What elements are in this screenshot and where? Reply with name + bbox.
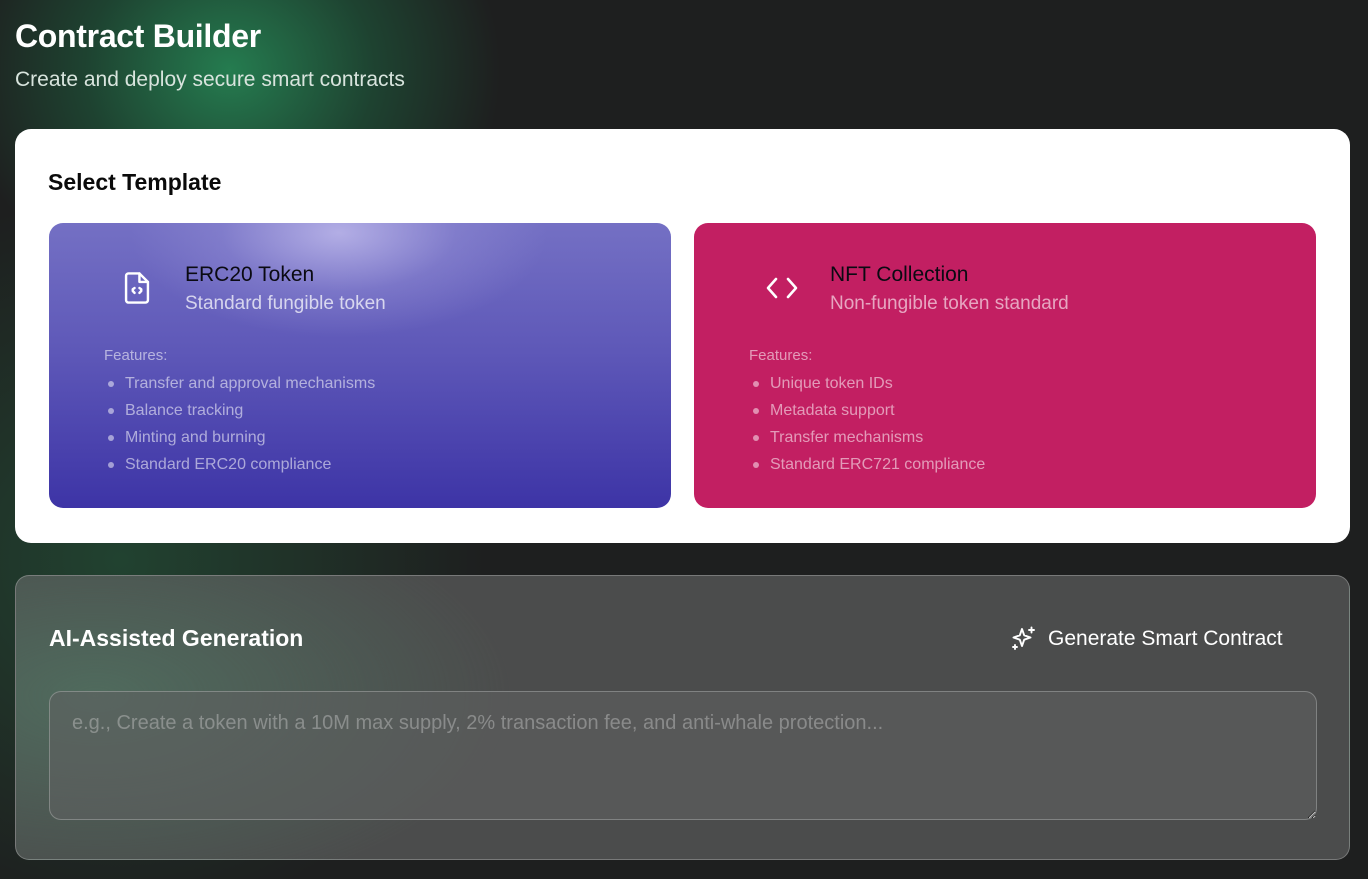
contract-prompt-input[interactable] <box>49 691 1317 820</box>
feature-item: Balance tracking <box>104 400 375 427</box>
template-card-erc20[interactable]: ERC20 Token Standard fungible token Feat… <box>49 223 671 508</box>
features-label: Features: <box>749 347 813 364</box>
feature-item: Transfer and approval mechanisms <box>104 373 375 400</box>
generate-button-label: Generate Smart Contract <box>1048 627 1283 650</box>
ai-generation-panel: AI-Assisted Generation Generate Smart Co… <box>15 575 1350 860</box>
feature-item: Minting and burning <box>104 427 375 454</box>
template-name: ERC20 Token <box>185 263 315 286</box>
features-label: Features: <box>104 347 168 364</box>
page-title: Contract Builder <box>15 18 261 54</box>
feature-item: Metadata support <box>749 400 985 427</box>
select-template-heading: Select Template <box>48 169 222 195</box>
template-card-nft[interactable]: NFT Collection Non-fungible token standa… <box>694 223 1316 508</box>
generate-smart-contract-button[interactable]: Generate Smart Contract <box>1010 622 1283 656</box>
template-description: Standard fungible token <box>185 293 386 314</box>
file-code-icon <box>119 268 155 308</box>
template-name: NFT Collection <box>830 263 969 286</box>
sparkles-icon <box>1010 625 1038 653</box>
feature-item: Transfer mechanisms <box>749 427 985 454</box>
feature-item: Standard ERC20 compliance <box>104 454 375 481</box>
template-description: Non-fungible token standard <box>830 293 1069 314</box>
features-list: Unique token IDs Metadata support Transf… <box>749 373 985 481</box>
code-brackets-icon <box>764 268 800 308</box>
template-selector-panel: Select Template ERC20 Token Standard fun… <box>15 129 1350 543</box>
feature-item: Standard ERC721 compliance <box>749 454 985 481</box>
page-subtitle: Create and deploy secure smart contracts <box>15 68 405 91</box>
features-list: Transfer and approval mechanisms Balance… <box>104 373 375 481</box>
feature-item: Unique token IDs <box>749 373 985 400</box>
ai-generation-heading: AI-Assisted Generation <box>49 625 304 651</box>
